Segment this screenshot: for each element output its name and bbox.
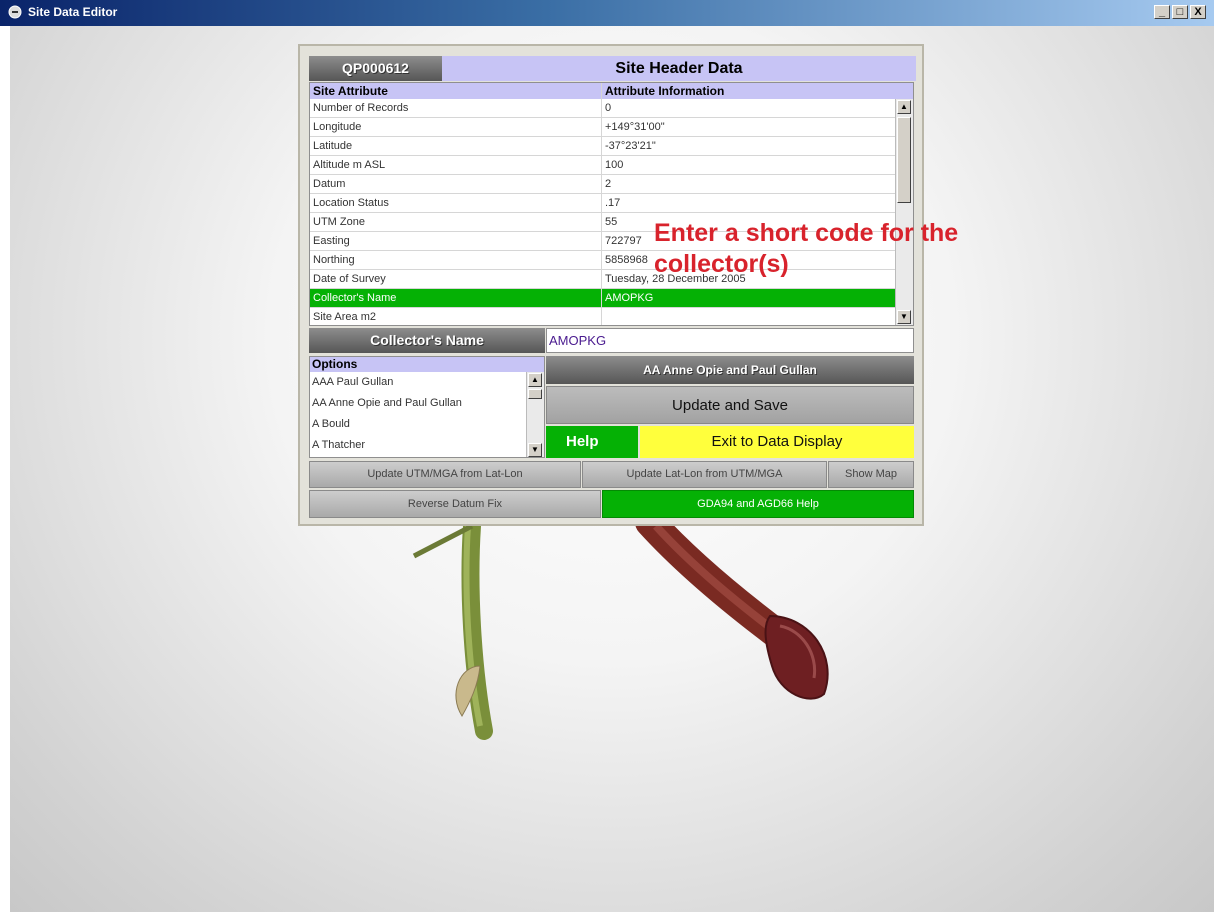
attribute-table: Site Attribute Attribute Information Num…	[309, 82, 914, 326]
close-button[interactable]: X	[1190, 5, 1206, 19]
options-list-item[interactable]: AA Anne Opie and Paul Gullan	[310, 393, 544, 414]
collector-name-label: Collector's Name	[309, 328, 545, 353]
table-body: Number of Records 0 Longitude +149°31'00" La…	[310, 99, 913, 325]
panel-title: Site Header Data	[442, 56, 916, 81]
options-list-item[interactable]: A Thatcher	[310, 435, 544, 456]
table-row[interactable]: Altitude m ASL 100	[310, 156, 913, 175]
gda-help-button[interactable]: GDA94 and AGD66 Help	[602, 490, 914, 518]
attribute-name-cell: Altitude m ASL	[310, 156, 602, 174]
table-scrollbar[interactable]: ▲ ▼	[895, 99, 913, 325]
site-id-label: QP000612	[309, 56, 442, 81]
scroll-down-arrow-icon[interactable]: ▼	[528, 443, 542, 457]
table-row[interactable]: Location Status .17	[310, 194, 913, 213]
column-header-attribute: Site Attribute	[310, 83, 602, 99]
attribute-value-cell[interactable]: 2	[602, 175, 899, 193]
attribute-value-cell[interactable]	[602, 308, 899, 325]
attribute-value-cell[interactable]: -37°23'21"	[602, 137, 899, 155]
help-button[interactable]: Help	[546, 426, 638, 458]
attribute-name-cell: Latitude	[310, 137, 602, 155]
collector-name-input[interactable]: AMOPKG	[546, 328, 914, 353]
app-icon	[8, 5, 22, 19]
options-scrollbar[interactable]: ▲ ▼	[526, 372, 544, 457]
show-map-button[interactable]: Show Map	[828, 461, 914, 488]
options-list-item[interactable]: A Bould	[310, 414, 544, 435]
selected-collector-button[interactable]: AA Anne Opie and Paul Gullan	[546, 356, 914, 384]
table-row[interactable]: Longitude +149°31'00"	[310, 118, 913, 137]
attribute-name-cell: Northing	[310, 251, 602, 269]
callout-line-1: Enter a short code for the	[654, 219, 959, 247]
window-controls: _ □ X	[1154, 5, 1206, 19]
table-row[interactable]: Site Area m2	[310, 308, 913, 325]
attribute-value-cell[interactable]: 0	[602, 99, 899, 117]
maximize-button[interactable]: □	[1172, 5, 1188, 19]
attribute-value-cell[interactable]: +149°31'00"	[602, 118, 899, 136]
attribute-value-cell[interactable]: .17	[602, 194, 899, 212]
options-list[interactable]: Options AAA Paul Gullan AA Anne Opie and …	[309, 356, 545, 458]
attribute-value-cell[interactable]: 100	[602, 156, 899, 174]
update-utm-button[interactable]: Update UTM/MGA from Lat-Lon	[309, 461, 581, 488]
table-row[interactable]: Number of Records 0	[310, 99, 913, 118]
reverse-datum-button[interactable]: Reverse Datum Fix	[309, 490, 601, 518]
scroll-thumb[interactable]	[528, 389, 542, 399]
window-title: Site Data Editor	[28, 5, 118, 19]
scroll-thumb[interactable]	[897, 117, 911, 203]
table-row[interactable]: Collector's Name AMOPKG	[310, 289, 913, 308]
options-items: AAA Paul Gullan AA Anne Opie and Paul Gul…	[310, 372, 544, 456]
scroll-down-arrow-icon[interactable]: ▼	[897, 310, 911, 324]
column-header-info: Attribute Information	[605, 84, 725, 98]
table-row[interactable]: Datum 2	[310, 175, 913, 194]
attribute-value-cell[interactable]: AMOPKG	[602, 289, 899, 307]
update-save-button[interactable]: Update and Save	[546, 386, 914, 424]
attribute-name-cell: Site Area m2	[310, 308, 602, 325]
attribute-name-cell: Easting	[310, 232, 602, 250]
attribute-name-cell: Collector's Name	[310, 289, 602, 307]
attribute-name-cell: Longitude	[310, 118, 602, 136]
minimize-button[interactable]: _	[1154, 5, 1170, 19]
exit-to-data-display-button[interactable]: Exit to Data Display	[640, 426, 914, 458]
update-latlon-button[interactable]: Update Lat-Lon from UTM/MGA	[582, 461, 827, 488]
options-list-item[interactable]: AAA Paul Gullan	[310, 372, 544, 393]
attribute-name-cell: Datum	[310, 175, 602, 193]
attribute-name-cell: Date of Survey	[310, 270, 602, 288]
table-header: Site Attribute Attribute Information	[310, 83, 913, 99]
table-row[interactable]: Latitude -37°23'21"	[310, 137, 913, 156]
instruction-callout: Enter a short code for the collector(s)	[654, 218, 1014, 280]
site-data-panel: QP000612 Site Header Data Site Attribute…	[298, 44, 924, 526]
callout-line-2: collector(s)	[654, 250, 789, 278]
attribute-name-cell: Number of Records	[310, 99, 602, 117]
options-header: Options	[310, 357, 544, 372]
scroll-up-arrow-icon[interactable]: ▲	[897, 100, 911, 114]
attribute-name-cell: Location Status	[310, 194, 602, 212]
title-bar: Site Data Editor _ □ X	[0, 0, 1214, 26]
scroll-up-arrow-icon[interactable]: ▲	[528, 373, 542, 387]
attribute-name-cell: UTM Zone	[310, 213, 602, 231]
